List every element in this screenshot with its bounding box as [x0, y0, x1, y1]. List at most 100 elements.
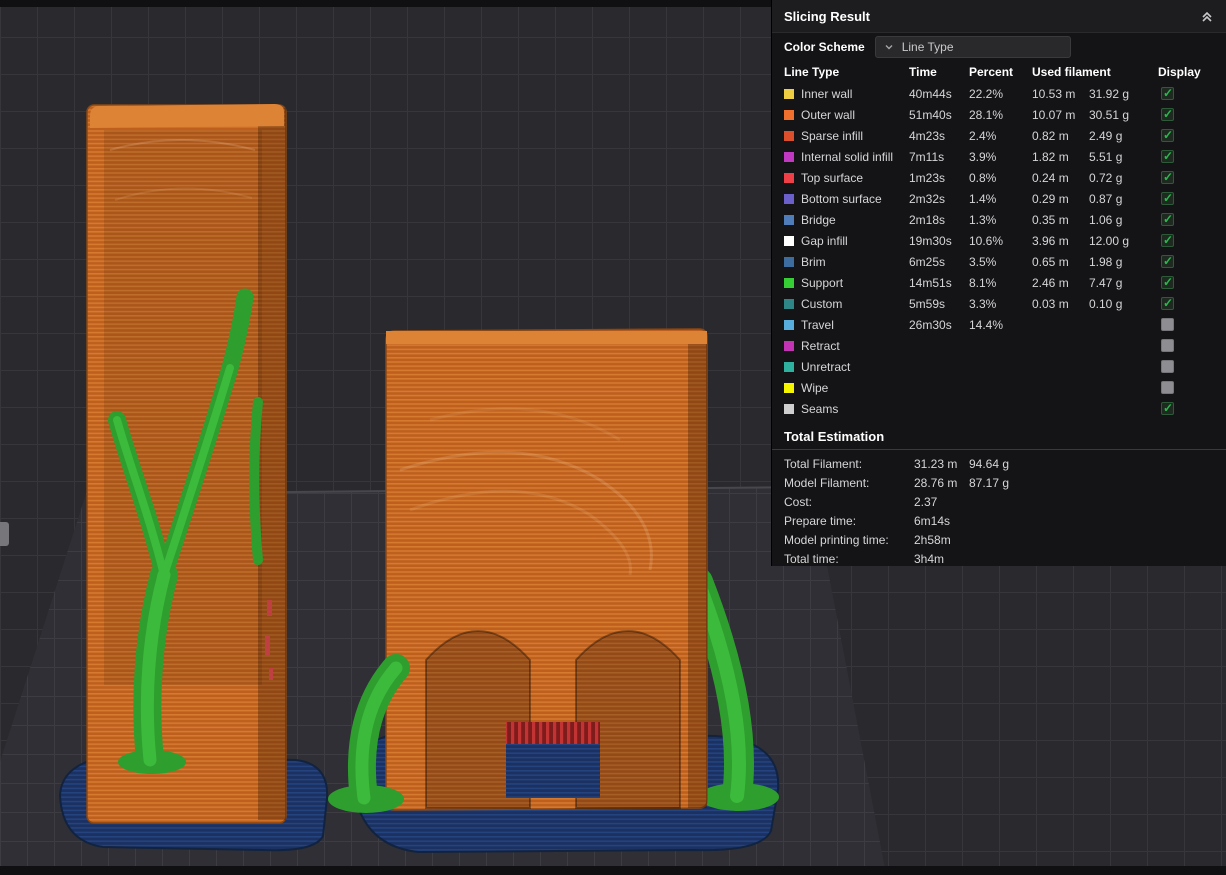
- total-label: Cost:: [784, 494, 813, 509]
- display-checkbox[interactable]: [1161, 254, 1174, 268]
- stand-top-face: [386, 331, 707, 344]
- row-percent: 2.4%: [969, 128, 997, 143]
- total-label: Prepare time:: [784, 513, 857, 528]
- tower-top-face: [90, 104, 284, 128]
- row-percent: 1.4%: [969, 191, 997, 206]
- total-value-1: 2h58m: [914, 532, 951, 547]
- row-time: 2m18s: [909, 212, 946, 227]
- row-length: 2.46 m: [1032, 275, 1069, 290]
- table-row: Inner wall 40m44s 22.2% 10.53 m 31.92 g: [772, 83, 1226, 104]
- row-length: 10.53 m: [1032, 86, 1076, 101]
- table-row: Outer wall 51m40s 28.1% 10.07 m 30.51 g: [772, 104, 1226, 125]
- estimation-row: Total Filament: 31.23 m 94.64 g: [772, 454, 1226, 473]
- row-time: 26m30s: [909, 317, 952, 332]
- row-time: 19m30s: [909, 233, 952, 248]
- tower-infill-dash: [265, 636, 270, 656]
- row-percent: 3.5%: [969, 254, 997, 269]
- estimation-row: Total time: 3h4m: [772, 549, 1226, 568]
- line-type-label: Wipe: [801, 380, 829, 395]
- display-checkbox[interactable]: [1161, 128, 1174, 142]
- row-weight: 0.87 g: [1089, 191, 1123, 206]
- collapse-panel-icon[interactable]: [1200, 9, 1214, 23]
- display-checkbox[interactable]: [1161, 401, 1174, 415]
- display-checkbox[interactable]: [1161, 86, 1174, 100]
- row-time: 7m11s: [909, 149, 945, 164]
- total-value-1: 3h4m: [914, 551, 945, 566]
- stand-side-face: [688, 331, 707, 808]
- line-type-swatch: [784, 88, 794, 99]
- display-checkbox[interactable]: [1161, 360, 1174, 373]
- estimation-row: Model Filament: 28.76 m 87.17 g: [772, 473, 1226, 492]
- display-checkbox[interactable]: [1161, 149, 1174, 163]
- display-checkbox[interactable]: [1161, 318, 1174, 331]
- line-type-swatch: [784, 214, 794, 225]
- table-row: Bridge 2m18s 1.3% 0.35 m 1.06 g: [772, 209, 1226, 230]
- estimation-row: Prepare time: 6m14s: [772, 511, 1226, 530]
- table-row: Travel 26m30s 14.4%: [772, 314, 1226, 335]
- display-checkbox[interactable]: [1161, 339, 1174, 352]
- table-row: Support 14m51s 8.1% 2.46 m 7.47 g: [772, 272, 1226, 293]
- row-weight: 2.49 g: [1089, 128, 1123, 143]
- total-estimation-title: Total Estimation: [784, 429, 885, 444]
- table-row: Wipe: [772, 377, 1226, 398]
- panel-title: Slicing Result: [784, 8, 870, 24]
- row-percent: 0.8%: [969, 170, 997, 185]
- color-scheme-value: Line Type: [901, 40, 954, 54]
- row-percent: 28.1%: [969, 107, 1004, 122]
- panel-header: Slicing Result: [772, 0, 1226, 33]
- tower-infill-dash: [269, 668, 273, 680]
- chevron-down-icon: [885, 45, 893, 50]
- total-value-2: 94.64 g: [969, 456, 1010, 471]
- line-type-swatch: [784, 298, 794, 309]
- display-checkbox[interactable]: [1161, 107, 1174, 121]
- tower-infill-dash: [267, 600, 272, 616]
- stand-infill-band: [506, 722, 600, 744]
- total-label: Model Filament:: [784, 475, 870, 490]
- display-checkbox[interactable]: [1161, 170, 1174, 184]
- line-type-label: Custom: [801, 296, 843, 311]
- line-type-swatch: [784, 382, 794, 393]
- row-percent: 3.3%: [969, 296, 997, 311]
- column-line-type: Line Type: [784, 65, 840, 79]
- row-weight: 7.47 g: [1089, 275, 1123, 290]
- line-type-label: Support: [801, 275, 844, 290]
- table-row: Sparse infill 4m23s 2.4% 0.82 m 2.49 g: [772, 125, 1226, 146]
- table-row: Internal solid infill 7m11s 3.9% 1.82 m …: [772, 146, 1226, 167]
- total-label: Model printing time:: [784, 532, 889, 547]
- line-type-table-body: Inner wall 40m44s 22.2% 10.53 m 31.92 g …: [772, 83, 1226, 419]
- display-checkbox[interactable]: [1161, 296, 1174, 310]
- total-value-1: 6m14s: [914, 513, 951, 528]
- row-length: 0.35 m: [1032, 212, 1069, 227]
- line-type-label: Internal solid infill: [801, 149, 894, 164]
- row-time: 5m59s: [909, 296, 946, 311]
- row-length: 0.82 m: [1032, 128, 1069, 143]
- stand-brim-gap: [506, 744, 600, 798]
- line-type-swatch: [784, 319, 794, 330]
- row-weight: 0.72 g: [1089, 170, 1123, 185]
- top-edge-strip: [0, 0, 771, 7]
- line-type-swatch: [784, 172, 794, 183]
- left-panel-handle[interactable]: [0, 522, 9, 546]
- display-checkbox[interactable]: [1161, 191, 1174, 205]
- row-time: 14m51s: [909, 275, 952, 290]
- row-length: 3.96 m: [1032, 233, 1069, 248]
- display-checkbox[interactable]: [1161, 212, 1174, 226]
- table-row: Seams: [772, 398, 1226, 419]
- table-row: Top surface 1m23s 0.8% 0.24 m 0.72 g: [772, 167, 1226, 188]
- table-row: Brim 6m25s 3.5% 0.65 m 1.98 g: [772, 251, 1226, 272]
- line-type-swatch: [784, 235, 794, 246]
- row-length: 0.29 m: [1032, 191, 1069, 206]
- color-scheme-dropdown[interactable]: Line Type: [874, 36, 1071, 58]
- line-type-swatch: [784, 340, 794, 351]
- display-checkbox[interactable]: [1161, 233, 1174, 247]
- display-checkbox[interactable]: [1161, 275, 1174, 289]
- row-length: 10.07 m: [1032, 107, 1076, 122]
- row-percent: 10.6%: [969, 233, 1004, 248]
- estimation-row: Model printing time: 2h58m: [772, 530, 1226, 549]
- line-type-label: Top surface: [801, 170, 864, 185]
- row-time: 40m44s: [909, 86, 952, 101]
- display-checkbox[interactable]: [1161, 381, 1174, 394]
- line-type-label: Travel: [801, 317, 834, 332]
- row-percent: 1.3%: [969, 212, 997, 227]
- row-percent: 8.1%: [969, 275, 997, 290]
